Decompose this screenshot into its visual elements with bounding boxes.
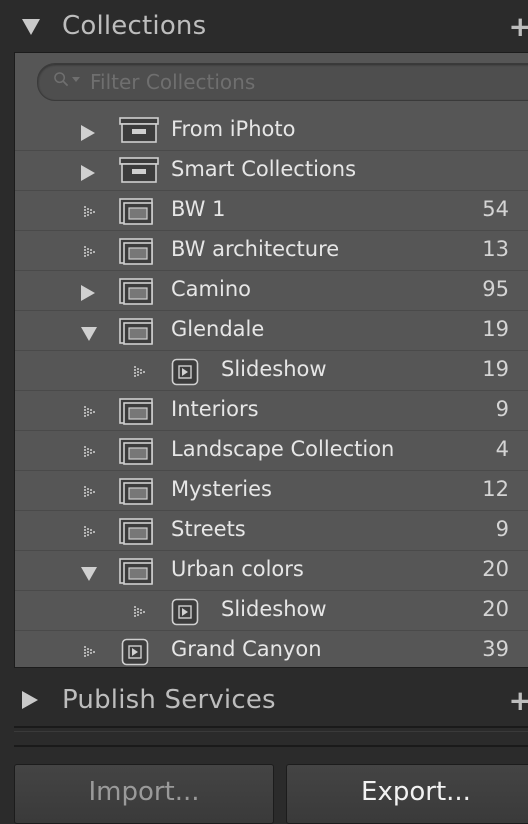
collection-name: Camino [171, 277, 251, 301]
search-icon [54, 72, 69, 87]
collection-child-row[interactable]: Slideshow 20 [15, 591, 528, 631]
add-publish-service-button[interactable]: + [509, 684, 528, 717]
collection-icon [119, 278, 155, 310]
publish-services-title: Publish Services [62, 685, 276, 715]
collection-row[interactable]: BW 1 54 [15, 191, 528, 231]
dotted-expander-icon [83, 404, 97, 420]
collection-icon [119, 558, 155, 590]
collections-list-panel: From iPhoto Smart Collections BW 1 54 BW arc… [14, 52, 528, 668]
filter-collections-input[interactable] [88, 68, 528, 96]
collection-icon [119, 198, 155, 230]
collection-count: 20 [482, 557, 509, 581]
collection-row[interactable]: Camino 95 [15, 271, 528, 311]
slideshow-icon [171, 358, 199, 390]
expand-triangle-icon[interactable] [81, 285, 95, 301]
export-button[interactable]: Export... [286, 764, 528, 824]
collection-name: BW architecture [171, 237, 340, 261]
collection-name: Glendale [171, 317, 265, 341]
dotted-expander-icon [83, 644, 97, 660]
collections-panel-header[interactable]: Collections + [0, 0, 528, 52]
collection-row[interactable]: From iPhoto [15, 111, 528, 151]
collapse-triangle-icon[interactable] [81, 327, 97, 341]
collection-count: 54 [482, 197, 509, 221]
expand-triangle-icon[interactable] [81, 165, 95, 181]
collection-name: Smart Collections [171, 157, 357, 181]
collection-name: From iPhoto [171, 117, 296, 141]
collection-name: BW 1 [171, 197, 226, 221]
dotted-expander-icon [83, 444, 97, 460]
collapse-triangle-icon[interactable] [81, 567, 97, 581]
collection-icon [119, 398, 155, 430]
filter-collections-field[interactable] [37, 63, 528, 101]
dotted-expander-icon [83, 204, 97, 220]
dotted-expander-icon [133, 604, 147, 620]
collection-icon [119, 438, 155, 470]
collapse-triangle-icon[interactable] [22, 19, 40, 35]
dotted-expander-icon [133, 364, 147, 380]
collection-count: 20 [482, 597, 509, 621]
collection-row[interactable]: Grand Canyon 39 [15, 631, 528, 667]
collection-count: 9 [495, 397, 509, 421]
collection-count: 9 [495, 517, 509, 541]
collection-row[interactable]: Streets 9 [15, 511, 528, 551]
collections-title: Collections [62, 11, 207, 41]
collection-icon [119, 518, 155, 550]
collection-count: 12 [482, 477, 509, 501]
collection-count: 95 [482, 277, 509, 301]
collections-tree: From iPhoto Smart Collections BW 1 54 BW arc… [15, 111, 528, 667]
collection-name: Landscape Collection [171, 437, 395, 461]
collection-count: 19 [482, 357, 509, 381]
collection-set-icon [119, 117, 159, 147]
collection-count: 4 [495, 437, 509, 461]
collection-name: Slideshow [221, 357, 327, 381]
collection-count: 19 [482, 317, 509, 341]
collection-name: Mysteries [171, 477, 272, 501]
collection-set-icon [119, 157, 159, 187]
collection-icon [119, 318, 155, 350]
collection-name: Interiors [171, 397, 259, 421]
add-collection-button[interactable]: + [509, 10, 528, 43]
collection-icon [119, 238, 155, 270]
chevron-down-icon[interactable] [72, 77, 80, 83]
collection-row[interactable]: Mysteries 12 [15, 471, 528, 511]
collection-row[interactable]: BW architecture 13 [15, 231, 528, 271]
collection-count: 39 [482, 637, 509, 661]
collection-name: Slideshow [221, 597, 327, 621]
collection-row[interactable]: Interiors 9 [15, 391, 528, 431]
collection-name: Urban colors [171, 557, 304, 581]
expand-triangle-icon[interactable] [22, 691, 38, 709]
collection-row[interactable]: Smart Collections [15, 151, 528, 191]
import-button[interactable]: Import... [14, 764, 274, 824]
collection-name: Grand Canyon [171, 637, 322, 661]
dotted-expander-icon [83, 484, 97, 500]
slideshow-icon [121, 638, 149, 667]
publish-services-panel-header[interactable]: Publish Services + [0, 674, 528, 726]
dotted-expander-icon [83, 244, 97, 260]
collection-row[interactable]: Glendale 19 [15, 311, 528, 351]
panel-divider [14, 726, 528, 728]
dotted-expander-icon [83, 524, 97, 540]
collection-count: 13 [482, 237, 509, 261]
collection-name: Streets [171, 517, 246, 541]
expand-triangle-icon[interactable] [81, 125, 95, 141]
collection-row[interactable]: Urban colors 20 [15, 551, 528, 591]
collection-row[interactable]: Landscape Collection 4 [15, 431, 528, 471]
collection-child-row[interactable]: Slideshow 19 [15, 351, 528, 391]
panel-divider [14, 745, 528, 747]
slideshow-icon [171, 598, 199, 630]
collection-icon [119, 478, 155, 510]
panel-divider [14, 731, 528, 732]
